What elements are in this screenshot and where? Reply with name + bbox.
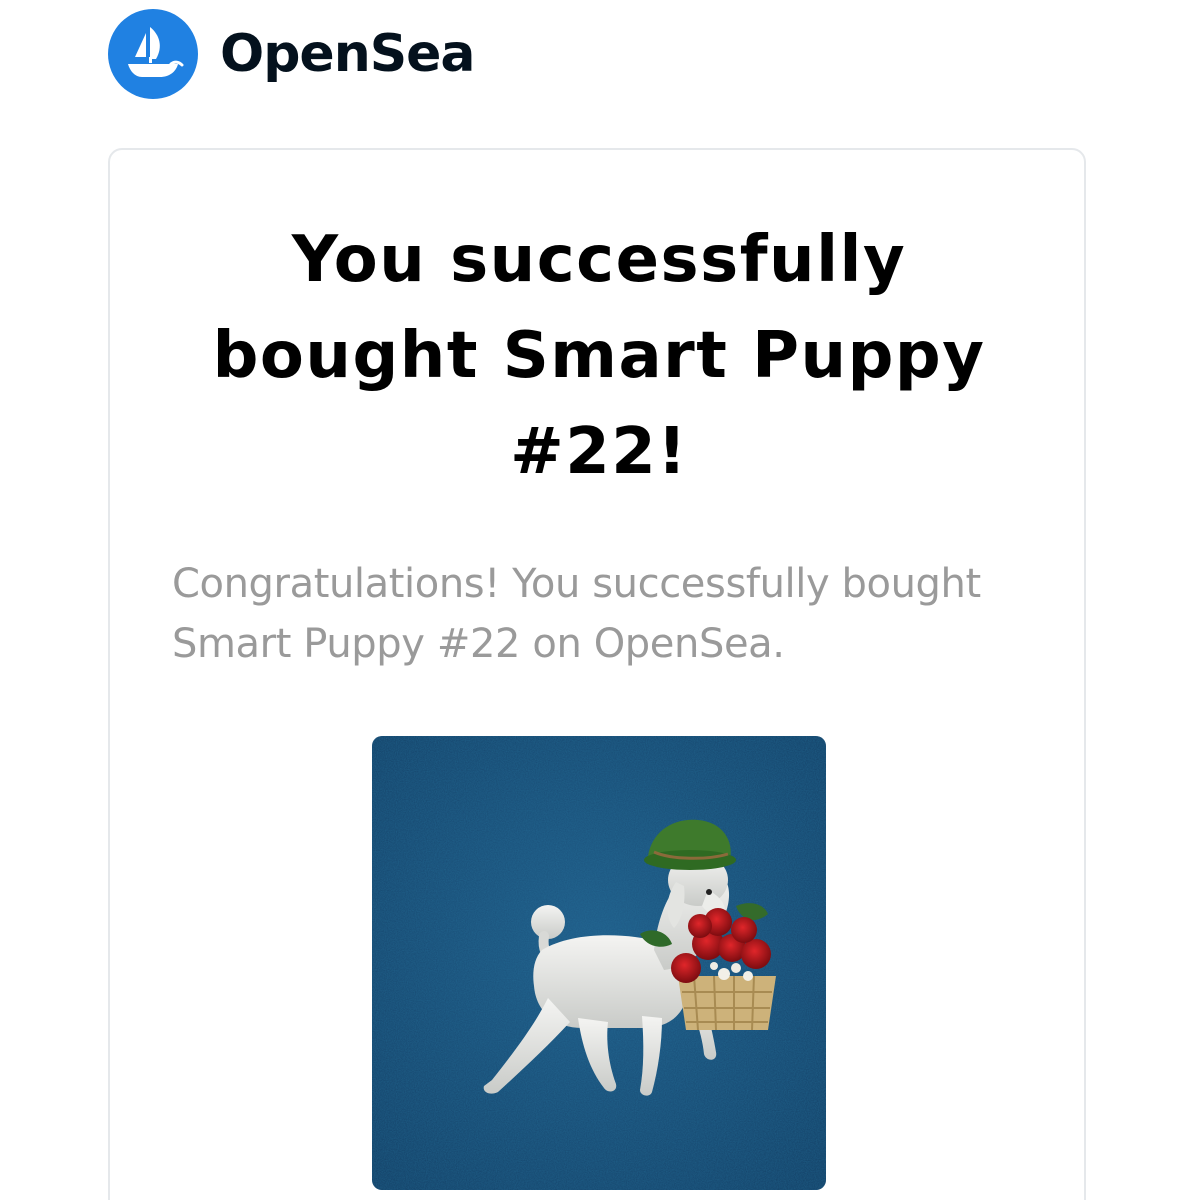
nft-image[interactable]: [372, 736, 826, 1190]
email-page: OpenSea You successfully bought Smart Pu…: [0, 0, 1200, 1200]
brand-header: OpenSea: [108, 8, 476, 100]
congratulations-message: Congratulations! You successfully bought…: [172, 561, 981, 667]
headline: You successfully bought Smart Puppy #22!: [212, 223, 986, 489]
opensea-logo-icon: [108, 9, 198, 99]
brand-name: OpenSea: [220, 24, 476, 84]
purchase-confirmation-card: You successfully bought Smart Puppy #22!…: [108, 148, 1086, 1200]
